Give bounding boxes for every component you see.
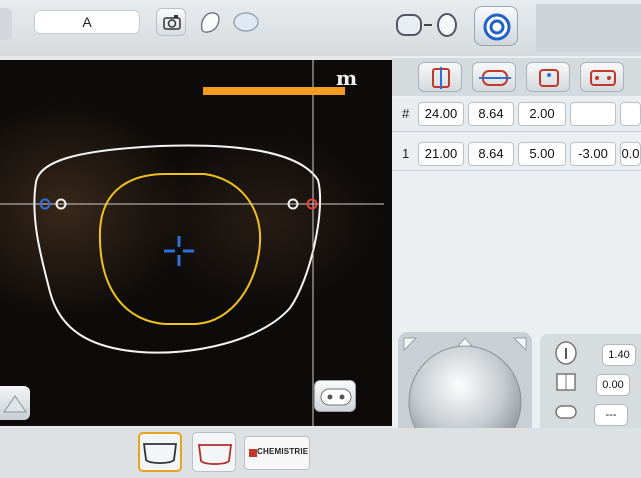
- target-icon: [483, 13, 511, 41]
- orange-indicator-bar: [203, 87, 345, 95]
- row-divider: [392, 170, 641, 171]
- job-label-field[interactable]: A: [34, 10, 140, 34]
- left-edge-tab[interactable]: [0, 8, 12, 40]
- row-value[interactable]: 0.0: [620, 142, 641, 166]
- lens-shape-button[interactable]: [196, 8, 224, 36]
- header-value[interactable]: 24.00: [418, 102, 464, 126]
- frame-rimless-button[interactable]: [192, 432, 236, 472]
- row-value[interactable]: 5.00: [518, 142, 566, 166]
- drill-position-icon: [539, 69, 559, 87]
- frame-icon: [142, 443, 178, 464]
- bevel-option-icon: [590, 70, 616, 86]
- cross-center-gap: [175, 247, 183, 255]
- bottom-left-button[interactable]: [0, 386, 30, 420]
- shape-transfer-icon: [396, 13, 457, 37]
- row-value[interactable]: 8.64: [468, 142, 514, 166]
- arrow-up-left-icon: [403, 337, 418, 352]
- header-value[interactable]: 2.00: [518, 102, 566, 126]
- oval-lens-button[interactable]: [230, 10, 262, 34]
- frame-select-button[interactable]: [138, 432, 182, 472]
- bevel-option-button[interactable]: [580, 62, 624, 92]
- shape-transfer-button[interactable]: [394, 10, 464, 40]
- tracing-view: m: [0, 60, 392, 426]
- header-value[interactable]: [620, 102, 641, 126]
- trace-button[interactable]: [474, 6, 518, 46]
- side-value-3[interactable]: ---: [594, 404, 628, 426]
- drill-position-button[interactable]: [526, 62, 570, 92]
- brand-logo: m: [336, 66, 358, 90]
- tracing-canvas: [0, 60, 384, 426]
- row-value[interactable]: 21.00: [418, 142, 464, 166]
- row-value[interactable]: -3.00: [570, 142, 616, 166]
- lens-shape-icon: [200, 12, 220, 33]
- side-value-2[interactable]: 0.00: [596, 374, 630, 396]
- brand-button[interactable]: CHEMISTRIE: [244, 436, 310, 470]
- camera-icon: [163, 15, 181, 30]
- width-adjust-icon: [479, 70, 511, 86]
- height-adjust-button[interactable]: [418, 62, 462, 92]
- info-icon: [555, 341, 577, 365]
- pyramid-icon: [3, 395, 27, 413]
- arrow-up-icon: [456, 337, 474, 347]
- oval-lens-icon: [233, 12, 259, 32]
- side-value-1[interactable]: 1.40: [602, 344, 636, 366]
- row-label: 1: [402, 146, 410, 161]
- lens-pill-icon: [555, 405, 577, 419]
- width-adjust-button[interactable]: [472, 62, 516, 92]
- brand-label: CHEMISTRIE: [257, 447, 309, 456]
- book-icon: [556, 373, 576, 391]
- height-adjust-icon: [432, 67, 450, 89]
- camera-button[interactable]: [156, 8, 186, 36]
- binocular-icon: [320, 388, 352, 406]
- header-value[interactable]: 8.64: [468, 102, 514, 126]
- rimless-frame-icon: [197, 444, 233, 465]
- header-value[interactable]: [570, 102, 616, 126]
- top-right-panel: [536, 4, 641, 52]
- header-row-symbol: #: [402, 106, 410, 121]
- bottom-toolbar: [0, 428, 641, 478]
- arrow-up-right-icon: [512, 337, 527, 352]
- binocular-view-button[interactable]: [314, 380, 356, 412]
